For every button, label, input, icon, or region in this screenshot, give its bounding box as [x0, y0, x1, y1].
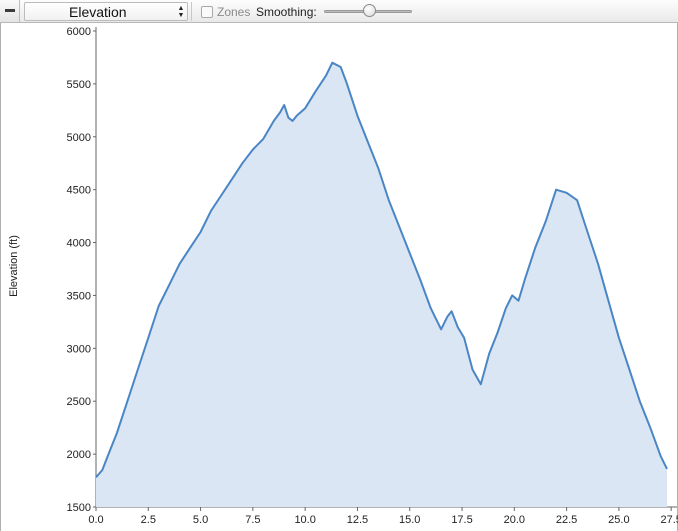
y-tick-label: 2000 — [67, 449, 91, 461]
x-tick-label: 10.0 — [294, 514, 315, 526]
y-tick-label: 3000 — [67, 343, 91, 355]
y-tick-label: 5000 — [67, 132, 91, 144]
x-tick-label: 22.5 — [556, 514, 577, 526]
x-tick-label: 5.0 — [193, 514, 208, 526]
y-tick-label: 1500 — [67, 502, 91, 514]
x-tick-label: 0.0 — [88, 514, 103, 526]
x-tick-label: 25.0 — [608, 514, 629, 526]
x-tick-label: 27.5 — [660, 514, 678, 526]
y-axis-label: Elevation (ft) — [8, 235, 20, 297]
y-tick-label: 4500 — [67, 185, 91, 197]
x-tick-label: 15.0 — [399, 514, 420, 526]
x-tick-label: 20.0 — [504, 514, 525, 526]
y-tick-label: 4000 — [67, 238, 91, 250]
x-tick-label: 2.5 — [141, 514, 156, 526]
y-tick-label: 5500 — [67, 79, 91, 91]
y-tick-label: 2500 — [67, 396, 91, 408]
y-tick-label: 3500 — [67, 290, 91, 302]
x-tick-label: 12.5 — [347, 514, 368, 526]
y-tick-label: 6000 — [67, 26, 91, 38]
elevation-chart: 1500 2000 2500 3000 3500 4000 4500 5000 5500 6000… — [8, 26, 678, 526]
elevation-area — [96, 62, 667, 507]
x-tick-label: 17.5 — [451, 514, 472, 526]
x-tick-label: 7.5 — [245, 514, 260, 526]
